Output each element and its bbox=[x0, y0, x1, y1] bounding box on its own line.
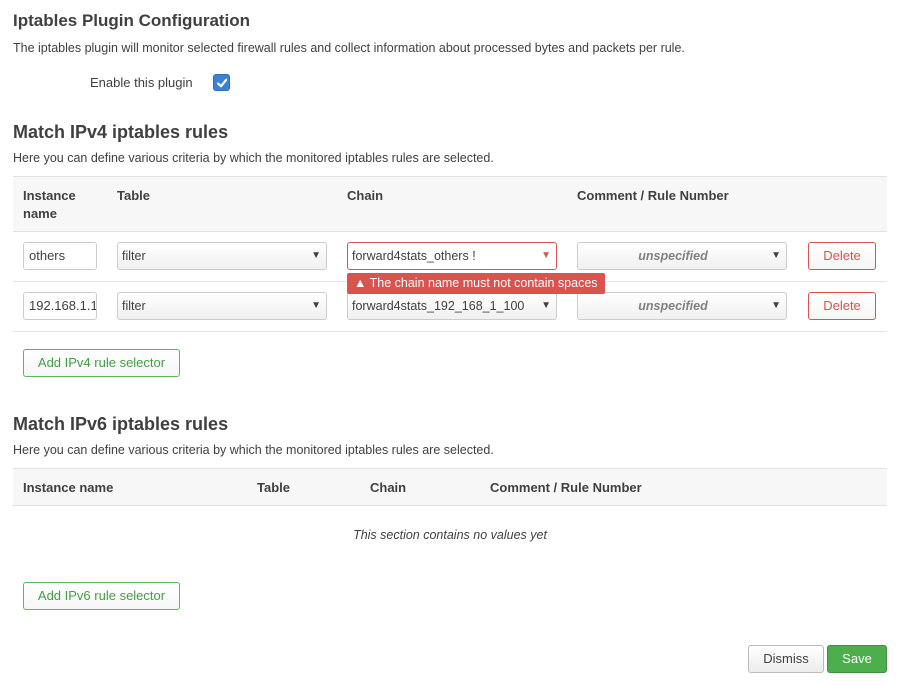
comment-select[interactable]: unspecified ▼ bbox=[577, 242, 787, 270]
caret-down-icon: ▼ bbox=[541, 300, 551, 311]
chain-select-value: forward4stats_192_168_1_100 bbox=[352, 299, 525, 313]
caret-down-icon: ▼ bbox=[771, 250, 781, 261]
ipv4-section-title: Match IPv4 iptables rules bbox=[13, 122, 229, 142]
ipv4-header-table: Table bbox=[117, 188, 150, 203]
table-select-value: filter bbox=[122, 299, 146, 313]
caret-down-icon: ▼ bbox=[771, 300, 781, 311]
caret-down-icon: ▼ bbox=[311, 300, 321, 311]
delete-button[interactable]: Delete bbox=[808, 242, 876, 270]
chain-error-tooltip: ▲ The chain name must not contain spaces bbox=[347, 273, 605, 294]
caret-down-icon: ▼ bbox=[311, 250, 321, 261]
enable-plugin-checkbox[interactable] bbox=[213, 74, 230, 91]
ipv6-header-chain: Chain bbox=[370, 480, 407, 495]
table-select-value: filter bbox=[122, 249, 146, 263]
chain-select[interactable]: forward4stats_others ! ▼ bbox=[347, 242, 557, 270]
ipv6-header-table: Table bbox=[257, 480, 290, 495]
save-button[interactable]: Save bbox=[827, 645, 887, 673]
dialog-title: Iptables Plugin Configuration bbox=[13, 11, 251, 30]
ipv4-table-header: Instance name Table Chain Comment / Rule… bbox=[13, 176, 887, 232]
instance-name-input[interactable]: others bbox=[23, 242, 97, 270]
ipv6-header-comment: Comment / Rule Number bbox=[490, 480, 642, 495]
ipv4-header-instance-line2: name bbox=[23, 206, 57, 221]
chain-error-text: The chain name must not contain spaces bbox=[369, 276, 598, 290]
ipv4-header-instance-line1: Instance bbox=[23, 188, 76, 203]
ipv4-header-chain: Chain bbox=[347, 188, 384, 203]
delete-button[interactable]: Delete bbox=[808, 292, 876, 320]
ipv4-section-description: Here you can define various criteria by … bbox=[13, 151, 494, 165]
table-select[interactable]: filter ▼ bbox=[117, 292, 327, 320]
caret-down-icon: ▼ bbox=[541, 250, 551, 261]
enable-plugin-label: Enable this plugin bbox=[90, 75, 193, 90]
add-ipv4-rule-button[interactable]: Add IPv4 rule selector bbox=[23, 349, 180, 377]
comment-select-value: unspecified bbox=[638, 249, 708, 263]
enable-plugin-row: Enable this plugin bbox=[0, 72, 300, 94]
ipv4-header-instance: Instance name bbox=[23, 187, 76, 223]
table-select[interactable]: filter ▼ bbox=[117, 242, 327, 270]
ipv6-section-title: Match IPv6 iptables rules bbox=[13, 414, 229, 434]
chain-select-value: forward4stats_others ! bbox=[352, 249, 476, 263]
ipv6-empty-message: This section contains no values yet bbox=[353, 528, 547, 542]
warning-triangle-icon: ▲ bbox=[354, 276, 367, 290]
ipv6-header-instance: Instance name bbox=[23, 480, 114, 495]
ipv6-table-header: Instance name Table Chain Comment / Rule… bbox=[13, 468, 887, 506]
instance-name-input[interactable]: 192.168.1.1 bbox=[23, 292, 97, 320]
comment-select[interactable]: unspecified ▼ bbox=[577, 292, 787, 320]
chain-select[interactable]: forward4stats_192_168_1_100 ▼ bbox=[347, 292, 557, 320]
ipv4-header-comment: Comment / Rule Number bbox=[577, 188, 729, 203]
dismiss-button[interactable]: Dismiss bbox=[748, 645, 824, 673]
add-ipv6-rule-button[interactable]: Add IPv6 rule selector bbox=[23, 582, 180, 610]
dialog-description: The iptables plugin will monitor selecte… bbox=[13, 41, 685, 55]
comment-select-value: unspecified bbox=[638, 299, 708, 313]
check-icon bbox=[216, 78, 227, 87]
ipv6-section-description: Here you can define various criteria by … bbox=[13, 443, 494, 457]
plugin-config-dialog: Iptables Plugin Configuration The iptabl… bbox=[0, 0, 900, 686]
